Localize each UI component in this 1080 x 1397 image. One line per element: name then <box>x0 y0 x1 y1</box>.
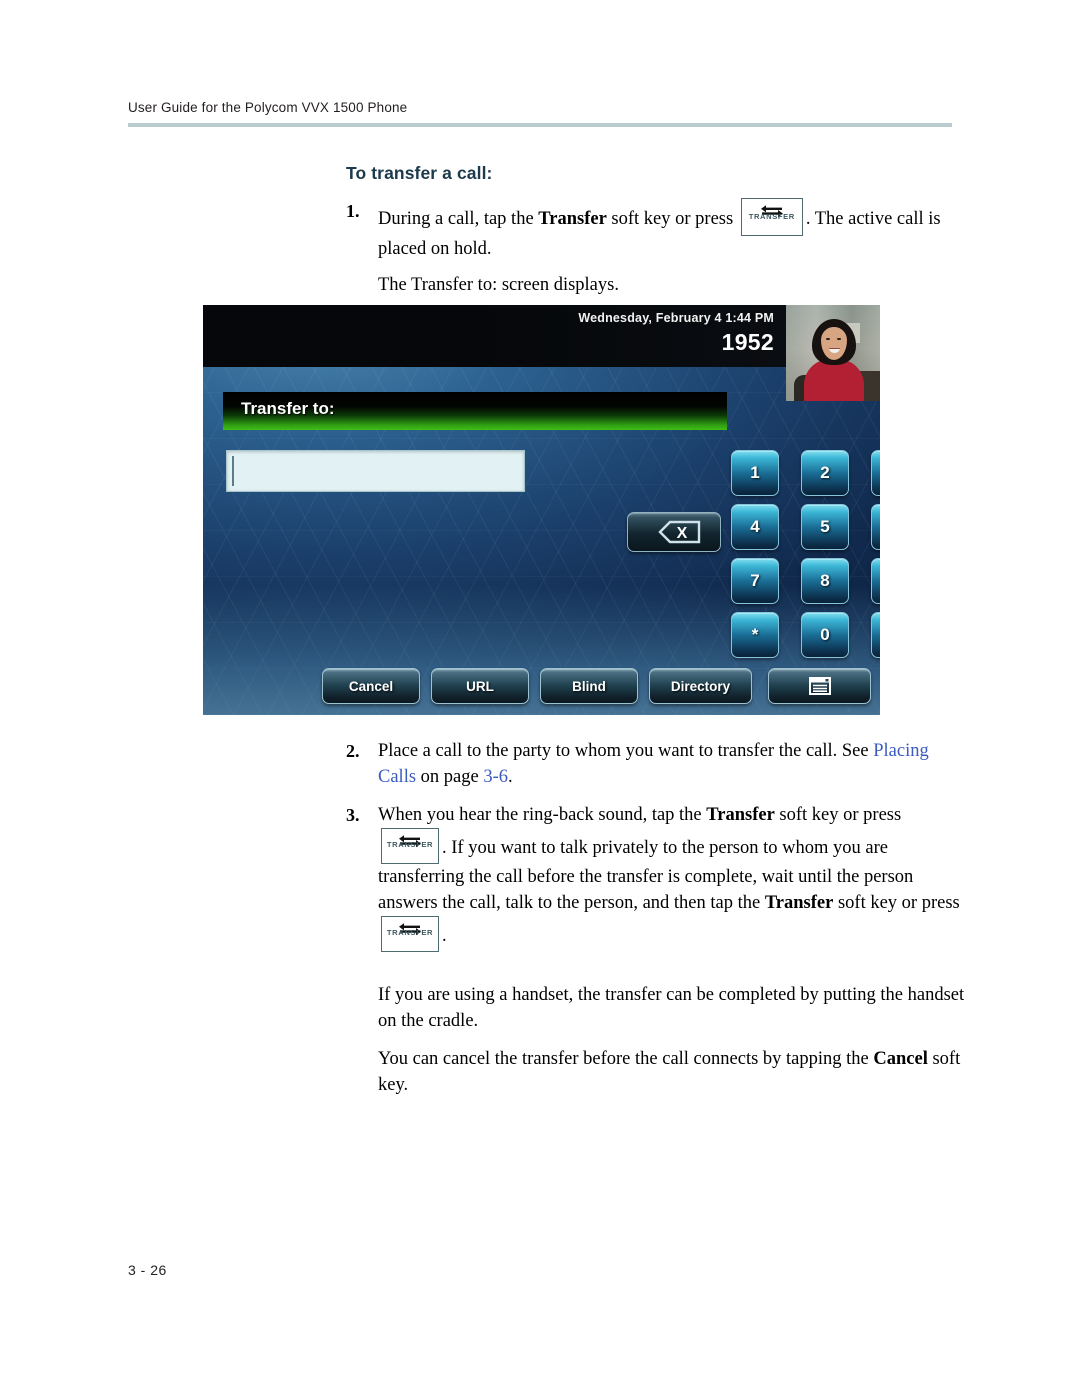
softkey-more-menu[interactable] <box>768 668 871 704</box>
softkey-directory[interactable]: Directory <box>649 668 752 704</box>
text-caret <box>232 456 234 486</box>
dialpad-key-9[interactable]: 9 <box>871 558 880 604</box>
step-1: 1. During a call, tap the Transfer soft … <box>346 198 966 262</box>
paragraph-cancel-text-a: You can cancel the transfer before the c… <box>378 1049 874 1069</box>
backspace-key[interactable]: X <box>627 512 721 552</box>
step-1-note: The Transfer to: screen displays. <box>378 275 619 295</box>
backspace-x-icon: X <box>658 520 701 544</box>
video-person-eye-right <box>837 338 841 340</box>
step-3-text: When you hear the ring-back sound, tap t… <box>378 802 966 952</box>
step-2-text: Place a call to the party to whom you wa… <box>378 738 966 790</box>
dialpad-key-1[interactable]: 1 <box>731 450 779 496</box>
step-2: 2. Place a call to the party to whom you… <box>346 738 966 790</box>
dialpad-key-3[interactable]: 3 <box>871 450 880 496</box>
transfer-hardkey-icon-2: TRANSFER <box>381 828 439 864</box>
far-end-video-thumbnail <box>786 305 880 401</box>
paragraph-handset-cradle: If you are using a handset, the transfer… <box>378 985 965 1031</box>
transfer-hardkey-label: TRANSFER <box>386 840 434 849</box>
document-body: To transfer a call: 1. During a call, ta… <box>346 163 966 298</box>
softkey-cancel[interactable]: Cancel <box>322 668 420 704</box>
paragraph-cancel-transfer: You can cancel the transfer before the c… <box>378 1046 966 1098</box>
step-1-number: 1. <box>346 201 360 221</box>
paragraph-cancel-bold: Cancel <box>873 1049 928 1069</box>
transfer-hardkey-label: TRANSFER <box>386 928 434 937</box>
phone-status-bar: Wednesday, February 4 1:44 PM 1952 <box>203 305 786 367</box>
step-3: 3. When you hear the ring-back sound, ta… <box>346 802 966 952</box>
step-2-text-b: on page <box>416 767 484 787</box>
step-3-text-a: When you hear the ring-back sound, tap t… <box>378 805 707 825</box>
step-2-number: 2. <box>346 741 360 761</box>
step-2-text-a: Place a call to the party to whom you wa… <box>378 741 874 761</box>
dialpad-key-pound[interactable]: # <box>871 612 880 658</box>
dialpad-key-6[interactable]: 6 <box>871 504 880 550</box>
status-extension: 1952 <box>721 329 774 355</box>
step-2-text-c: . <box>508 767 513 787</box>
step-3-text-b: soft key or press <box>774 805 902 825</box>
transfer-hardkey-icon: TRANSFER <box>740 198 803 236</box>
dialpad-key-5[interactable]: 5 <box>801 504 849 550</box>
transfer-to-label: Transfer to: <box>241 399 335 418</box>
transfer-hardkey-label: TRANSFER <box>748 212 795 221</box>
document-body-lower: 2. Place a call to the party to whom you… <box>346 738 966 1098</box>
softkey-blind[interactable]: Blind <box>540 668 638 704</box>
step-1-text-b: soft key or press <box>606 209 738 229</box>
phone-screen-figure: Wednesday, February 4 1:44 PM 1952 Trans… <box>203 305 880 715</box>
step-1-text: During a call, tap the Transfer soft key… <box>378 198 966 262</box>
step-3-text-e: . <box>442 926 447 946</box>
step-1-bold-transfer: Transfer <box>538 209 607 229</box>
dialpad-key-4[interactable]: 4 <box>731 504 779 550</box>
softkey-url[interactable]: URL <box>431 668 529 704</box>
transfer-to-title-bar: Transfer to: <box>223 392 727 430</box>
dialpad-key-7[interactable]: 7 <box>731 558 779 604</box>
step-3-bold-transfer-1: Transfer <box>706 805 775 825</box>
dialpad-key-star[interactable]: * <box>731 612 779 658</box>
step-3-bold-transfer-2: Transfer <box>764 893 834 913</box>
svg-text:X: X <box>677 525 688 542</box>
page-number: 3 - 26 <box>128 1262 167 1278</box>
dialpad-key-0[interactable]: 0 <box>801 612 849 658</box>
page-title: To transfer a call: <box>346 163 493 183</box>
video-person-torso <box>804 359 864 401</box>
status-datetime: Wednesday, February 4 1:44 PM <box>578 311 774 325</box>
link-page-3-6[interactable]: 3-6 <box>483 767 508 787</box>
header-rule <box>128 123 952 127</box>
running-head: User Guide for the Polycom VVX 1500 Phon… <box>128 100 408 115</box>
transfer-to-input[interactable] <box>226 450 525 492</box>
page-header: User Guide for the Polycom VVX 1500 Phon… <box>128 100 952 127</box>
dialpad-key-2[interactable]: 2 <box>801 450 849 496</box>
step-1-text-a: During a call, tap the <box>378 209 539 229</box>
video-person-eye-left <box>826 338 830 340</box>
window-list-icon <box>808 677 831 695</box>
step-3-number: 3. <box>346 805 360 825</box>
soft-key-bar: Cancel URL Blind Directory <box>203 668 880 706</box>
dialpad-key-8[interactable]: 8 <box>801 558 849 604</box>
step-3-text-d: soft key or press <box>833 893 960 913</box>
transfer-hardkey-icon-3: TRANSFER <box>381 916 439 952</box>
